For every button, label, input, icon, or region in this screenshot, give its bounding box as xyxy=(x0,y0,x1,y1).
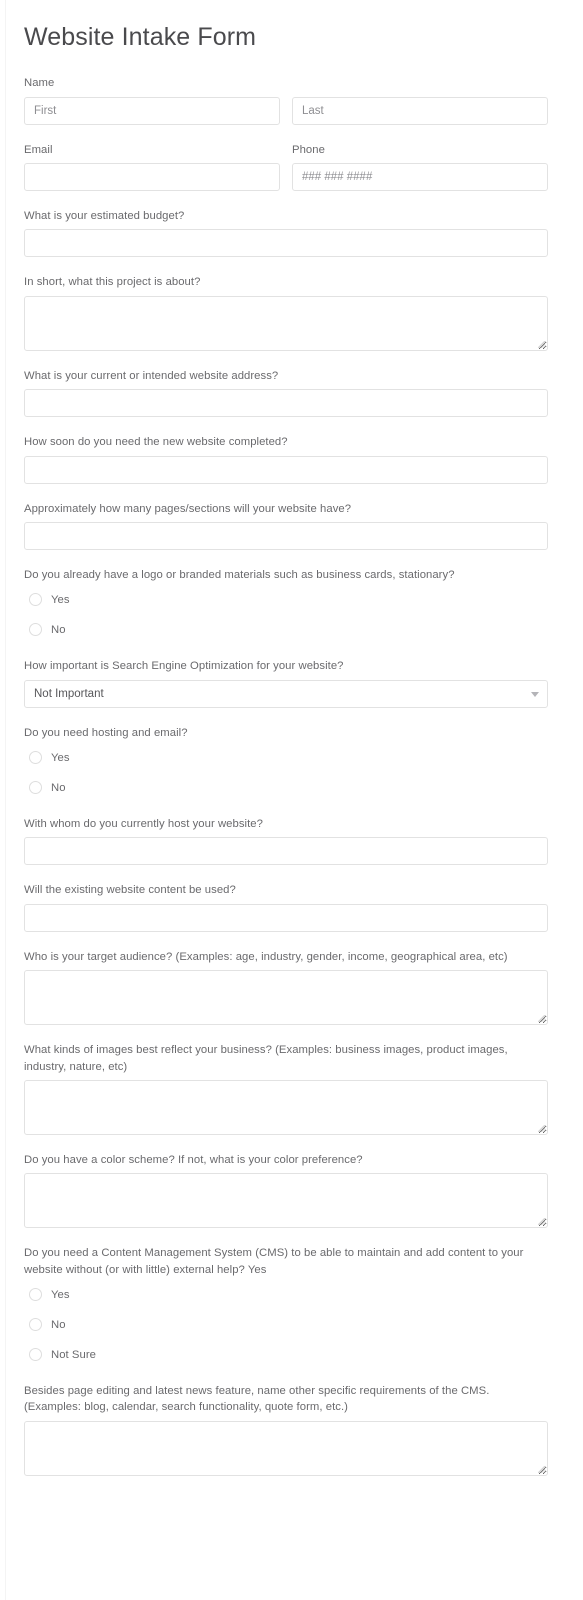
email-label-col: Email xyxy=(24,142,280,163)
field-needs-hosting: Do you need hosting and email? Yes No xyxy=(24,725,548,799)
field-timeline: How soon do you need the new website com… xyxy=(24,434,548,484)
needs-cms-option-yes[interactable]: Yes xyxy=(24,1283,548,1306)
first-name-col xyxy=(24,96,280,125)
radio-circle-icon xyxy=(29,1288,42,1301)
image-kinds-textarea[interactable] xyxy=(24,1079,548,1135)
has-logo-option-label: Yes xyxy=(51,593,70,606)
radio-circle-icon xyxy=(29,751,42,764)
email-phone-labels-row: Email Phone xyxy=(24,142,548,163)
has-logo-radio-group: Yes No xyxy=(24,588,548,641)
color-scheme-textarea-wrapper xyxy=(24,1173,548,1229)
project-about-textarea-wrapper xyxy=(24,295,548,351)
budget-input[interactable] xyxy=(24,229,548,258)
needs-cms-radio-group: Yes No Not Sure xyxy=(24,1283,548,1366)
page-count-label: Approximately how many pages/sections wi… xyxy=(24,502,352,515)
has-logo-label: Do you already have a logo or branded ma… xyxy=(24,568,455,581)
existing-content-label: Will the existing website content be use… xyxy=(24,884,236,897)
page-count-input[interactable] xyxy=(24,521,548,550)
radio-circle-icon xyxy=(29,781,42,794)
needs-hosting-label: Do you need hosting and email? xyxy=(24,726,188,739)
field-page-count: Approximately how many pages/sections wi… xyxy=(24,501,548,550)
field-cms-requirements: Besides page editing and latest news fea… xyxy=(24,1383,548,1476)
phone-label-col: Phone xyxy=(292,142,548,163)
name-label: Name xyxy=(24,77,55,90)
website-address-input[interactable] xyxy=(24,389,548,418)
page-title: Website Intake Form xyxy=(24,23,257,51)
needs-cms-option-no[interactable]: No xyxy=(24,1313,548,1336)
field-project-about: In short, what this project is about? xyxy=(24,274,548,351)
website-address-label: What is your current or intended website… xyxy=(24,369,279,382)
form-questions-list: What is your estimated budget? In short, … xyxy=(24,208,548,1476)
phone-col xyxy=(292,163,548,191)
target-audience-label: Who is your target audience? (Examples: … xyxy=(24,950,508,963)
current-host-input[interactable] xyxy=(24,837,548,866)
needs-cms-option-label: No xyxy=(51,1318,66,1331)
name-inputs-row xyxy=(24,96,548,125)
seo-importance-select[interactable]: Not Important xyxy=(24,679,548,708)
radio-circle-icon xyxy=(29,1318,42,1331)
budget-label: What is your estimated budget? xyxy=(24,210,185,222)
email-col xyxy=(24,163,280,191)
email-phone-inputs-row xyxy=(24,163,548,191)
image-kinds-textarea-wrapper xyxy=(24,1079,548,1135)
field-current-host: With whom do you currently host your web… xyxy=(24,816,548,866)
needs-hosting-option-yes[interactable]: Yes xyxy=(24,746,548,769)
seo-importance-label: How important is Search Engine Optimizat… xyxy=(24,660,344,673)
needs-cms-option-not-sure[interactable]: Not Sure xyxy=(24,1343,548,1366)
field-name: Name xyxy=(24,75,548,125)
field-seo-importance: How important is Search Engine Optimizat… xyxy=(24,658,548,708)
needs-cms-option-label: Not Sure xyxy=(51,1348,96,1361)
email-input[interactable] xyxy=(24,163,280,191)
cms-requirements-textarea[interactable] xyxy=(24,1420,548,1476)
radio-circle-icon xyxy=(29,593,42,607)
current-host-label: With whom do you currently host your web… xyxy=(24,818,263,830)
phone-label: Phone xyxy=(292,143,325,156)
radio-circle-icon xyxy=(29,623,42,637)
has-logo-option-label: No xyxy=(51,623,66,636)
project-about-label: In short, what this project is about? xyxy=(24,276,201,289)
field-has-logo: Do you already have a logo or branded ma… xyxy=(24,567,548,641)
target-audience-textarea-wrapper xyxy=(24,970,548,1026)
last-name-col xyxy=(292,96,548,125)
timeline-label: How soon do you need the new website com… xyxy=(24,436,288,449)
cms-requirements-textarea-wrapper xyxy=(24,1420,548,1476)
needs-cms-label: Do you need a Content Management System … xyxy=(24,1247,524,1276)
field-image-kinds: What kinds of images best reflect your b… xyxy=(24,1042,548,1135)
color-scheme-textarea[interactable] xyxy=(24,1173,548,1229)
needs-hosting-option-no[interactable]: No xyxy=(24,776,548,799)
has-logo-option-no[interactable]: No xyxy=(24,618,548,641)
needs-hosting-radio-group: Yes No xyxy=(24,746,548,799)
needs-hosting-option-label: Yes xyxy=(51,751,70,764)
seo-importance-select-wrapper: Not Important xyxy=(24,679,548,708)
needs-cms-option-label: Yes xyxy=(51,1288,70,1301)
phone-input[interactable] xyxy=(292,163,548,191)
field-budget: What is your estimated budget? xyxy=(24,208,548,258)
existing-content-input[interactable] xyxy=(24,903,548,932)
field-existing-content: Will the existing website content be use… xyxy=(24,882,548,932)
email-label: Email xyxy=(24,143,53,156)
field-target-audience: Who is your target audience? (Examples: … xyxy=(24,949,548,1026)
radio-circle-icon xyxy=(29,1348,42,1361)
has-logo-option-yes[interactable]: Yes xyxy=(24,588,548,611)
target-audience-textarea[interactable] xyxy=(24,970,548,1026)
field-website-address: What is your current or intended website… xyxy=(24,368,548,418)
field-needs-cms: Do you need a Content Management System … xyxy=(24,1245,548,1366)
first-name-input[interactable] xyxy=(24,96,280,125)
page-root: Website Intake Form Name Email Phone xyxy=(0,0,583,1600)
website-intake-form: Website Intake Form Name Email Phone xyxy=(0,0,583,1517)
timeline-input[interactable] xyxy=(24,455,548,484)
field-color-scheme: Do you have a color scheme? If not, what… xyxy=(24,1152,548,1229)
cms-requirements-label: Besides page editing and latest news fea… xyxy=(24,1385,490,1414)
needs-hosting-option-label: No xyxy=(51,781,66,794)
image-kinds-label: What kinds of images best reflect your b… xyxy=(24,1044,508,1073)
field-email-phone: Email Phone xyxy=(24,142,548,191)
color-scheme-label: Do you have a color scheme? If not, what… xyxy=(24,1153,363,1166)
project-about-textarea[interactable] xyxy=(24,295,548,351)
last-name-input[interactable] xyxy=(292,96,548,125)
